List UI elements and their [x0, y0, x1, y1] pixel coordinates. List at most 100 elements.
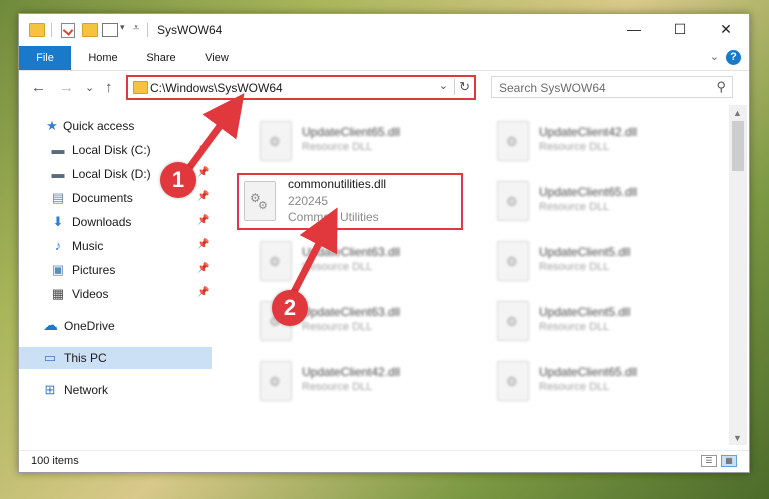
file-name: UpdateClient65.dll — [302, 125, 401, 139]
navigation-bar: ← → ⌄ ↑ C:\Windows\SysWOW64 ⌄ ↻ ⚲ — [19, 71, 749, 105]
file-item[interactable]: ⚙ UpdateClient5.dll Resource DLL — [489, 293, 719, 353]
sidebar-item-label: Videos — [72, 287, 109, 301]
file-description: Resource DLL — [302, 381, 373, 393]
scroll-down-icon[interactable]: ▼ — [733, 433, 742, 443]
scroll-thumb[interactable] — [732, 121, 744, 171]
ribbon: File Home Share View ⌄ ? — [19, 46, 749, 71]
sidebar-item-label: Network — [64, 383, 109, 397]
file-item[interactable]: ⚙ UpdateClient42.dll Resource DLL — [252, 353, 482, 413]
search-box[interactable]: ⚲ — [491, 76, 733, 99]
file-name: UpdateClient65.dll — [539, 185, 638, 199]
file-name: UpdateClient42.dll — [539, 125, 638, 139]
search-icon[interactable]: ⚲ — [716, 79, 726, 95]
tab-view[interactable]: View — [191, 46, 243, 70]
address-bar[interactable]: C:\Windows\SysWOW64 ⌄ ↻ — [126, 75, 476, 100]
pin-icon: 📌 — [197, 263, 210, 274]
explorer-window: ▾ ⩡ SysWOW64 — ☐ ✕ File Home Share View … — [18, 13, 750, 473]
new-folder-icon[interactable] — [82, 23, 98, 37]
file-description: Resource DLL — [302, 141, 373, 153]
sidebar-item-videos[interactable]: ▦ Videos 📌 — [19, 283, 212, 305]
network-icon: ⊞ — [44, 382, 56, 397]
up-button[interactable]: ↑ — [105, 79, 113, 96]
refresh-button[interactable]: ↻ — [454, 79, 470, 95]
step-badge-2: 2 — [272, 290, 308, 326]
expand-ribbon-icon[interactable]: ⌄ — [710, 50, 719, 63]
title-bar: ▾ ⩡ SysWOW64 — ☐ ✕ — [19, 14, 749, 46]
dll-file-icon: ⚙ — [260, 241, 292, 281]
tab-file[interactable]: File — [19, 46, 71, 70]
file-item[interactable]: ⚙ UpdateClient65.dll Resource DLL — [489, 173, 719, 233]
tab-share[interactable]: Share — [135, 46, 187, 70]
sidebar-item-label: Quick access — [63, 119, 135, 133]
file-description: Resource DLL — [302, 321, 373, 333]
file-name: UpdateClient63.dll — [302, 305, 401, 319]
pin-icon: 📌 — [197, 143, 210, 154]
sidebar-item-network[interactable]: ⊞ Network — [19, 379, 212, 401]
recent-locations-button[interactable]: ⌄ — [85, 81, 94, 94]
pictures-icon: ▣ — [51, 262, 65, 277]
maximize-button[interactable]: ☐ — [657, 14, 703, 44]
file-item[interactable]: ⚙ UpdateClient65.dll Resource DLL — [489, 353, 719, 413]
sidebar-item-this-pc[interactable]: ▭ This PC — [19, 347, 212, 369]
dll-file-icon: ⚙ — [497, 181, 529, 221]
file-item[interactable]: ⚙ UpdateClient63.dll Resource DLL — [252, 233, 482, 293]
sidebar-item-label: Documents — [72, 191, 133, 205]
drive-icon: ▬ — [51, 142, 65, 157]
window-title: SysWOW64 — [157, 23, 223, 37]
scroll-up-icon[interactable]: ▲ — [733, 108, 742, 118]
sidebar-item-pictures[interactable]: ▣ Pictures 📌 — [19, 259, 212, 281]
sidebar-item-label: Downloads — [72, 215, 132, 229]
address-dropdown-icon[interactable]: ⌄ — [439, 79, 448, 92]
back-button[interactable]: ← — [31, 79, 46, 96]
file-description: Resource DLL — [539, 381, 610, 393]
view-options-icon[interactable] — [102, 23, 118, 37]
sidebar-item-music[interactable]: ♪ Music 📌 — [19, 235, 212, 257]
pin-icon: 📌 — [197, 167, 210, 178]
sidebar-item-local-disk-c[interactable]: ▬ Local Disk (C:) 📌 — [19, 139, 212, 161]
sidebar-item-label: OneDrive — [64, 319, 115, 333]
details-view-icon[interactable]: ☰ — [701, 455, 717, 467]
customize-toolbar-icon[interactable]: ⩡ — [133, 22, 139, 35]
sidebar-item-label: Pictures — [72, 263, 116, 277]
sidebar-item-label: Music — [72, 239, 104, 253]
chevron-down-icon[interactable]: ▾ — [120, 22, 125, 33]
file-description: Resource DLL — [539, 201, 610, 213]
sidebar-item-downloads[interactable]: ⬇ Downloads 📌 — [19, 211, 212, 233]
forward-button[interactable]: → — [59, 79, 74, 96]
step-badge-1: 1 — [160, 162, 196, 198]
sidebar-item-quick-access[interactable]: ★ Quick access — [19, 115, 212, 137]
pin-icon: 📌 — [197, 191, 210, 202]
search-input[interactable] — [492, 77, 711, 99]
pin-icon: 📌 — [197, 287, 210, 298]
address-path[interactable]: C:\Windows\SysWOW64 — [150, 81, 283, 95]
properties-icon[interactable] — [61, 23, 75, 38]
file-item[interactable]: ⚙ UpdateClient42.dll Resource DLL — [489, 113, 719, 173]
dll-file-icon: ⚙ — [497, 361, 529, 401]
file-description: Resource DLL — [539, 321, 610, 333]
file-item[interactable]: ⚙ UpdateClient65.dll Resource DLL — [252, 113, 482, 173]
file-name: UpdateClient5.dll — [539, 245, 631, 259]
star-icon: ★ — [46, 118, 58, 133]
dll-file-icon: ⚙ — [497, 121, 529, 161]
documents-icon: ▤ — [51, 190, 65, 205]
file-item[interactable]: ⚙ UpdateClient5.dll Resource DLL — [489, 233, 719, 293]
sidebar-item-label: Local Disk (D:) — [72, 167, 151, 181]
dll-file-icon: ⚙ — [497, 241, 529, 281]
highlight-box — [237, 173, 463, 230]
sidebar-item-onedrive[interactable]: ☁ OneDrive — [19, 315, 212, 337]
close-button[interactable]: ✕ — [703, 14, 749, 44]
tab-home[interactable]: Home — [77, 46, 129, 70]
file-list: ⚙ UpdateClient65.dll Resource DLL ⚙ Upda… — [212, 105, 729, 445]
item-count: 100 items — [31, 455, 79, 467]
minimize-button[interactable]: — — [611, 14, 657, 44]
help-icon[interactable]: ? — [726, 50, 741, 65]
file-name: UpdateClient63.dll — [302, 245, 401, 259]
pin-icon: 📌 — [197, 215, 210, 226]
divider — [147, 23, 148, 37]
videos-icon: ▦ — [51, 286, 65, 301]
onedrive-icon: ☁ — [43, 317, 58, 334]
vertical-scrollbar[interactable]: ▲ ▼ — [729, 105, 747, 445]
dll-file-icon: ⚙ — [497, 301, 529, 341]
tiles-view-icon[interactable]: ▦ — [721, 455, 737, 467]
downloads-icon: ⬇ — [52, 214, 64, 229]
